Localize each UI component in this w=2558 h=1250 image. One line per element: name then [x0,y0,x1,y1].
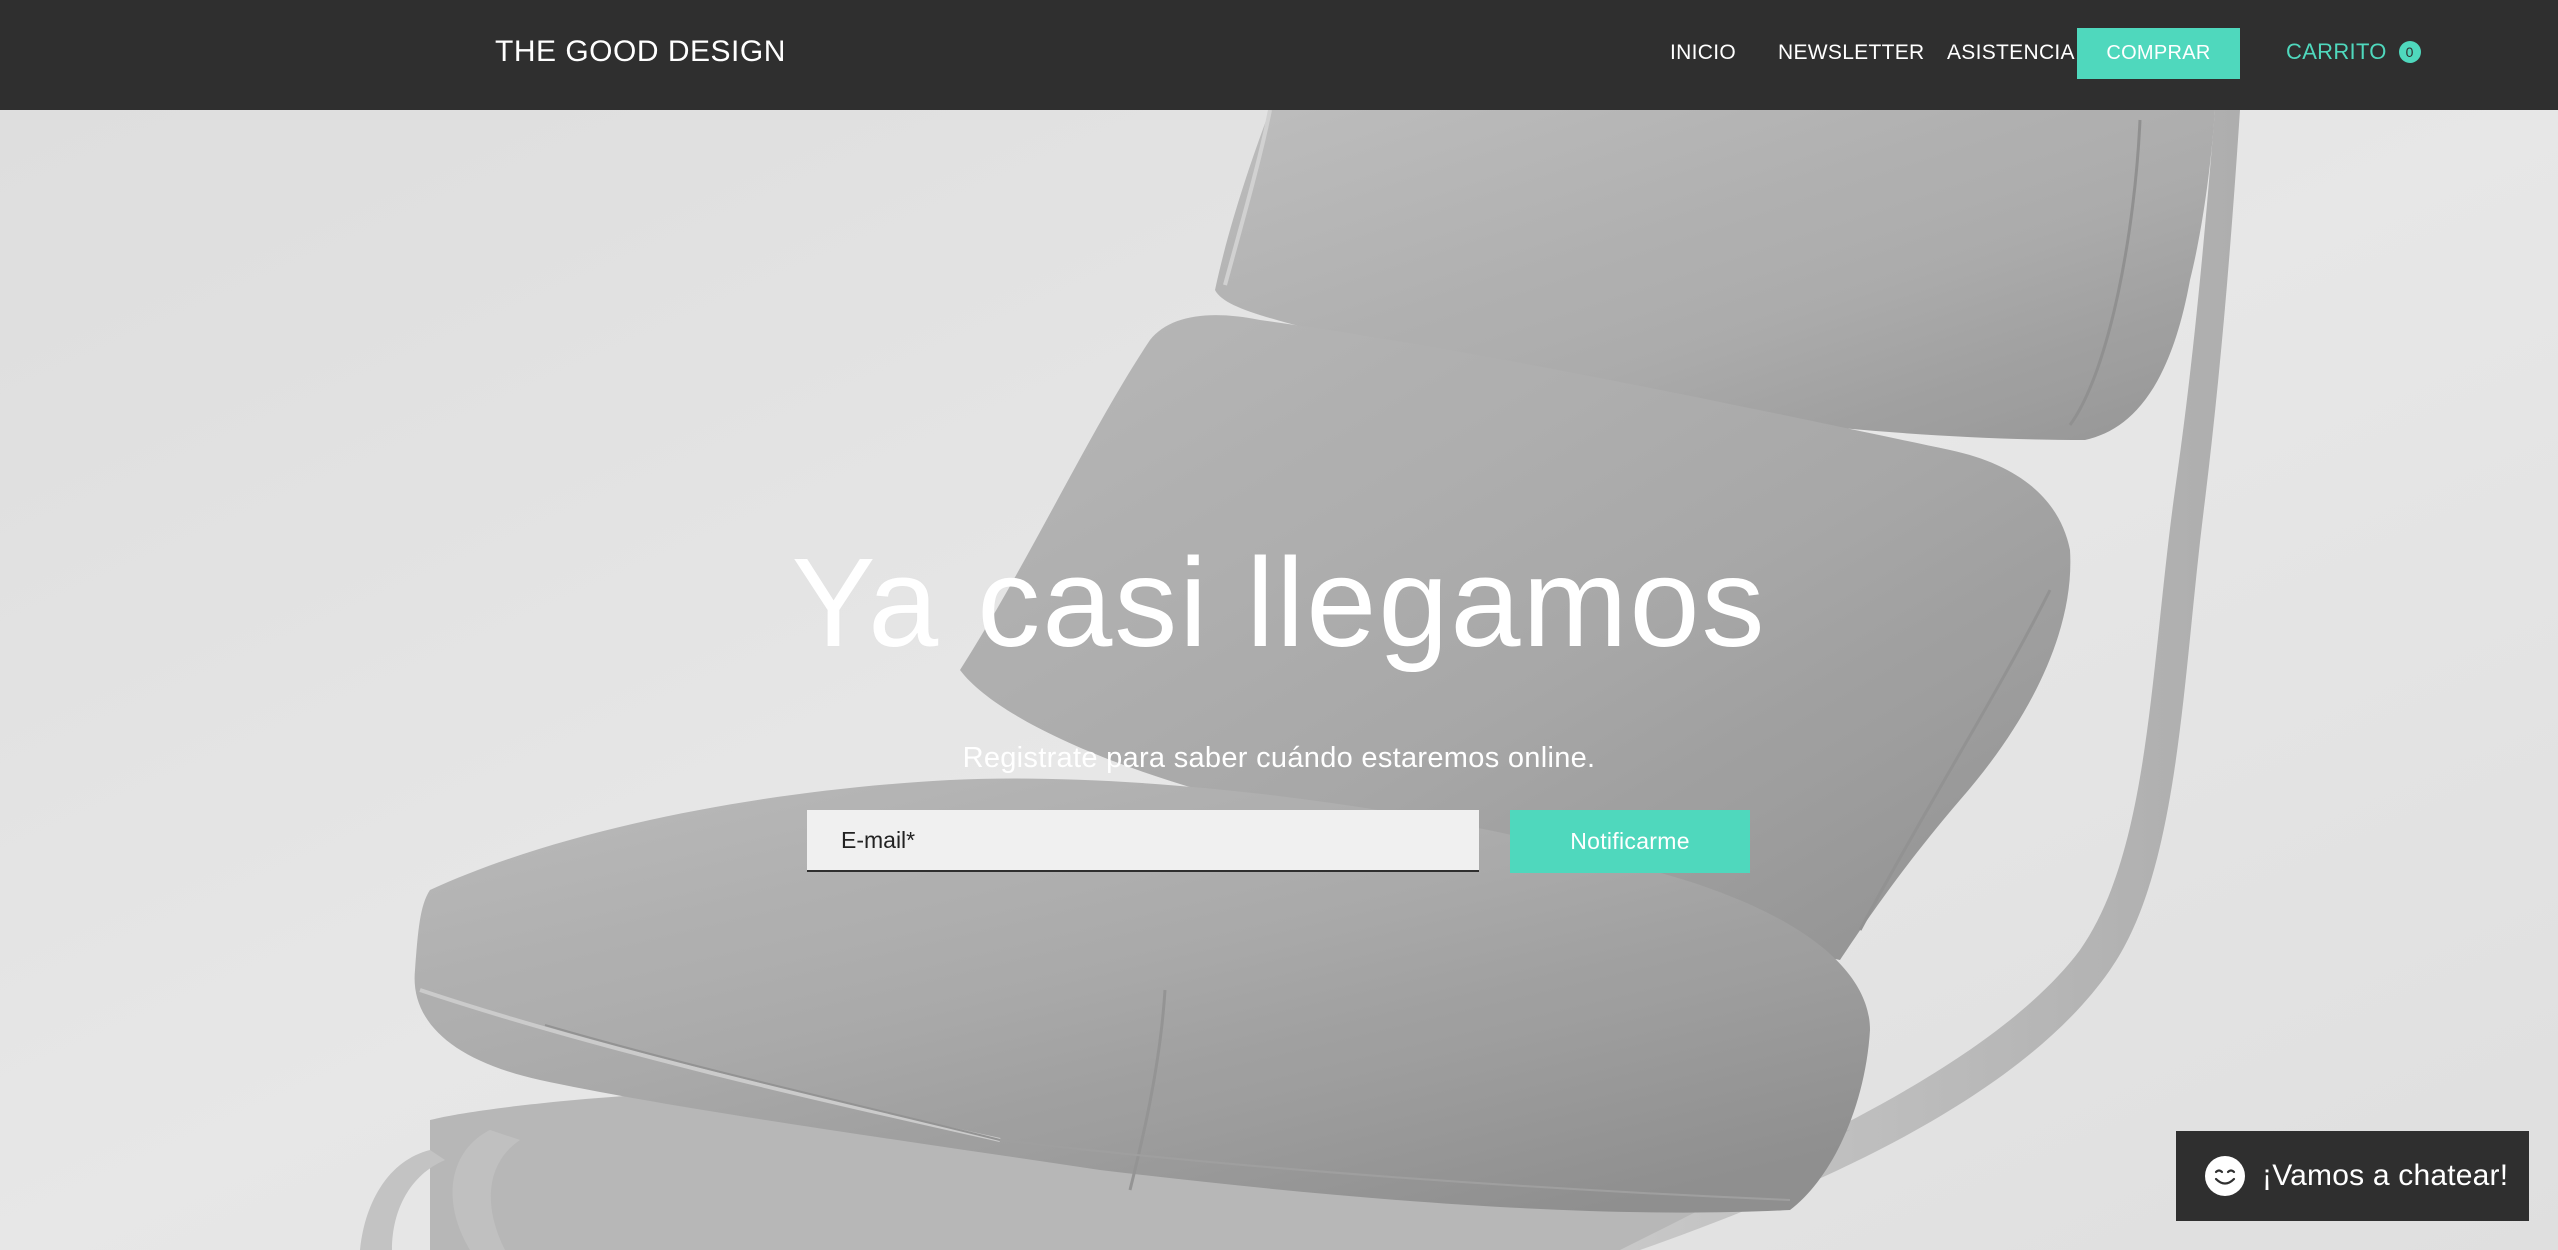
chat-label: ¡Vamos a chatear! [2262,1159,2509,1192]
cart-count-badge: 0 [2398,41,2421,63]
email-input[interactable] [807,810,1479,872]
notify-button[interactable]: Notificarme [1510,810,1750,873]
brand-logo[interactable]: THE GOOD DESIGN [495,34,786,70]
hero-section: Ya casi llegamos Registrate para saber c… [0,110,2558,1250]
nav-link-newsletter[interactable]: NEWSLETTER [1778,40,1925,66]
site-header: THE GOOD DESIGN INICIO NEWSLETTER ASISTE… [0,0,2558,110]
hero-subtitle: Registrate para saber cuándo estaremos o… [962,742,1596,774]
nav-link-inicio[interactable]: INICIO [1670,40,1736,66]
chat-widget-button[interactable]: ¡Vamos a chatear! [2176,1131,2529,1221]
shop-button[interactable]: COMPRAR [2077,28,2240,79]
cart-link[interactable]: CARRITO 0 [2286,38,2421,66]
cart-label: CARRITO [2286,39,2387,64]
hero-title: Ya casi llegamos [791,532,1767,673]
nav-link-asistencia[interactable]: ASISTENCIA [1947,40,2075,66]
smiley-chat-icon [2205,1156,2245,1196]
armchair-cushions-photo [0,110,2558,1250]
